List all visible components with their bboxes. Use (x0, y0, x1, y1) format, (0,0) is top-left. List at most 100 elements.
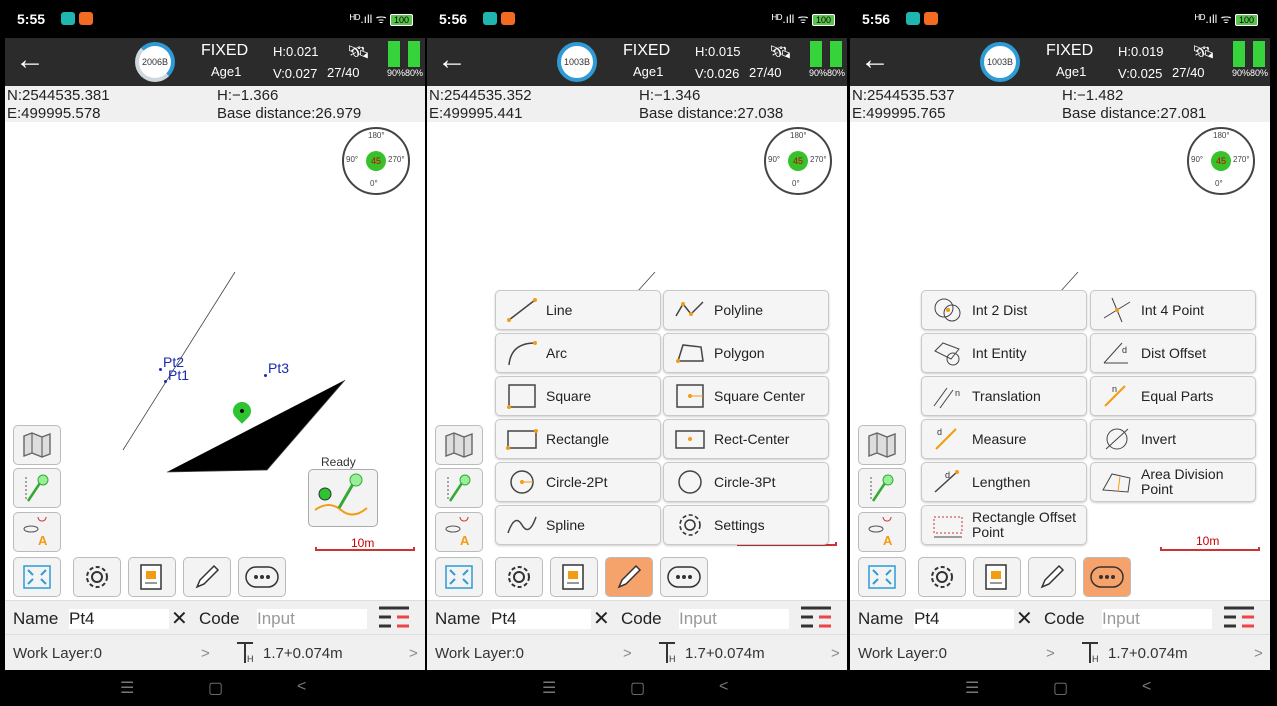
age-label: Age1 (1056, 64, 1087, 79)
menu-item-circle-3pt[interactable]: Circle-3Pt (663, 462, 829, 502)
list-toggle-icon[interactable] (1222, 605, 1256, 634)
base-id-ring[interactable]: 1003B (557, 42, 597, 82)
antenna-height[interactable]: 1.7+0.074m (263, 645, 343, 662)
menu-item-circle-2pt[interactable]: Circle-2Pt (495, 462, 661, 502)
map-layers-button[interactable] (858, 425, 906, 465)
settings-button[interactable] (73, 557, 121, 597)
menu-item-lengthen[interactable]: d Lengthen (921, 462, 1087, 502)
zoom-extent-button[interactable] (13, 557, 61, 597)
menu-item-label: Square Center (714, 387, 806, 404)
work-layer-bar[interactable]: Work Layer:0 > H 1.7+0.074m > (850, 634, 1270, 671)
map-canvas[interactable]: 180° 90° 270° 0° 45 Pt2 Pt1 Pt3 Ready 10… (5, 122, 425, 600)
layer-manager-button[interactable] (128, 557, 176, 597)
menu-item-area-division-point[interactable]: Area Division Point (1090, 462, 1256, 502)
map-layers-button[interactable] (435, 425, 483, 465)
menu-item-rectangle-offset-point[interactable]: Rectangle Offset Point (921, 505, 1087, 545)
antenna-height[interactable]: 1.7+0.074m (685, 645, 765, 662)
zoom-extent-button[interactable] (435, 557, 483, 597)
base-id-ring[interactable]: 1003B (980, 42, 1020, 82)
code-input[interactable]: Input (1102, 609, 1212, 629)
home-nav-icon[interactable]: ▢ (208, 678, 223, 698)
menu-item-polyline[interactable]: Polyline (663, 290, 829, 330)
menu-item-spline[interactable]: Spline (495, 505, 661, 545)
menu-item-rect-center[interactable]: Rect-Center (663, 419, 829, 459)
back-arrow-icon[interactable]: ← (15, 44, 45, 76)
map-layers-button[interactable] (13, 425, 61, 465)
back-nav-icon[interactable]: < (297, 678, 306, 696)
clear-icon[interactable]: ✕ (1016, 606, 1033, 631)
name-input[interactable]: Pt4 (914, 609, 1014, 629)
stakeout-button[interactable] (435, 468, 483, 508)
map-canvas[interactable]: 180° 90° 270° 0° 45 10m A Int 2 Dist Int… (850, 122, 1270, 600)
point-marker[interactable] (264, 374, 267, 377)
clear-icon[interactable]: ✕ (593, 606, 610, 631)
back-arrow-icon[interactable]: ← (860, 44, 890, 76)
menu-item-dist-offset[interactable]: d Dist Offset (1090, 333, 1256, 373)
stakeout-button[interactable] (13, 468, 61, 508)
label-toggle-button[interactable]: A (858, 512, 906, 552)
draw-button[interactable] (183, 557, 231, 597)
back-nav-icon[interactable]: < (719, 678, 728, 696)
settings-button[interactable] (918, 557, 966, 597)
satellite-icon[interactable]: 🛰 (347, 42, 370, 63)
name-input[interactable]: Pt4 (69, 609, 169, 629)
phone-screen-1: 5:55 ᴴᴰ.ıll ᯤ 100 ← 2006B FIXED Age1 H:0… (5, 0, 425, 706)
menu-item-int-2-dist[interactable]: Int 2 Dist (921, 290, 1087, 330)
code-input[interactable]: Input (257, 609, 367, 629)
menu-item-translation[interactable]: n Translation (921, 376, 1087, 416)
satellite-icon[interactable]: 🛰 (769, 42, 792, 63)
menu-item-label: Rectangle (546, 430, 610, 447)
name-input[interactable]: Pt4 (491, 609, 591, 629)
menu-item-rectangle[interactable]: Rectangle (495, 419, 661, 459)
back-arrow-icon[interactable]: ← (437, 44, 467, 76)
survey-point-button[interactable] (308, 469, 378, 527)
label-toggle-button[interactable]: A (435, 512, 483, 552)
point-marker[interactable] (164, 380, 167, 383)
layer-manager-button[interactable] (550, 557, 598, 597)
list-toggle-icon[interactable] (377, 605, 411, 634)
home-nav-icon[interactable]: ▢ (630, 678, 645, 698)
menu-item-invert[interactable]: Invert (1090, 419, 1256, 459)
menu-nav-icon[interactable]: ☰ (120, 678, 134, 698)
menu-item-int-entity[interactable]: Int Entity (921, 333, 1087, 373)
work-layer-bar[interactable]: Work Layer:0 > H 1.7+0.074m > (427, 634, 847, 671)
menu-item-square-center[interactable]: Square Center (663, 376, 829, 416)
point-marker[interactable] (159, 368, 162, 371)
home-nav-icon[interactable]: ▢ (1053, 678, 1068, 698)
point-label: Pt3 (268, 360, 290, 376)
draw-button[interactable] (605, 557, 653, 597)
menu-item-line[interactable]: Line (495, 290, 661, 330)
menu-item-equal-parts[interactable]: n Equal Parts (1090, 376, 1256, 416)
translation-icon: n (930, 381, 966, 411)
more-tools-button[interactable] (660, 557, 708, 597)
menu-nav-icon[interactable]: ☰ (965, 678, 979, 698)
clear-icon[interactable]: ✕ (171, 606, 188, 631)
zoom-extent-button[interactable] (858, 557, 906, 597)
antenna-height[interactable]: 1.7+0.074m (1108, 645, 1188, 662)
menu-item-measure[interactable]: d Measure (921, 419, 1087, 459)
line-icon (504, 295, 540, 325)
chevron-right-icon: > (1046, 645, 1055, 662)
menu-item-square[interactable]: Square (495, 376, 661, 416)
stakeout-button[interactable] (858, 468, 906, 508)
point-name-bar: Name Pt4 ✕ Code Input (5, 600, 425, 635)
layer-manager-button[interactable] (973, 557, 1021, 597)
menu-item-int-4-point[interactable]: Int 4 Point (1090, 290, 1256, 330)
menu-item-arc[interactable]: Arc (495, 333, 661, 373)
more-tools-button[interactable] (238, 557, 286, 597)
dist-offset-icon: d (1099, 338, 1135, 368)
menu-nav-icon[interactable]: ☰ (542, 678, 556, 698)
back-nav-icon[interactable]: < (1142, 678, 1151, 696)
menu-item-settings[interactable]: Settings (663, 505, 829, 545)
base-id-ring[interactable]: 2006B (135, 42, 175, 82)
map-canvas[interactable]: 180° 90° 270° 0° 45 A Line Polyline Arc … (427, 122, 847, 600)
menu-item-polygon[interactable]: Polygon (663, 333, 829, 373)
settings-button[interactable] (495, 557, 543, 597)
more-tools-button[interactable] (1083, 557, 1131, 597)
list-toggle-icon[interactable] (799, 605, 833, 634)
label-toggle-button[interactable]: A (13, 512, 61, 552)
code-input[interactable]: Input (679, 609, 789, 629)
work-layer-bar[interactable]: Work Layer:0 > H 1.7+0.074m > (5, 634, 425, 671)
satellite-icon[interactable]: 🛰 (1192, 42, 1215, 63)
draw-button[interactable] (1028, 557, 1076, 597)
